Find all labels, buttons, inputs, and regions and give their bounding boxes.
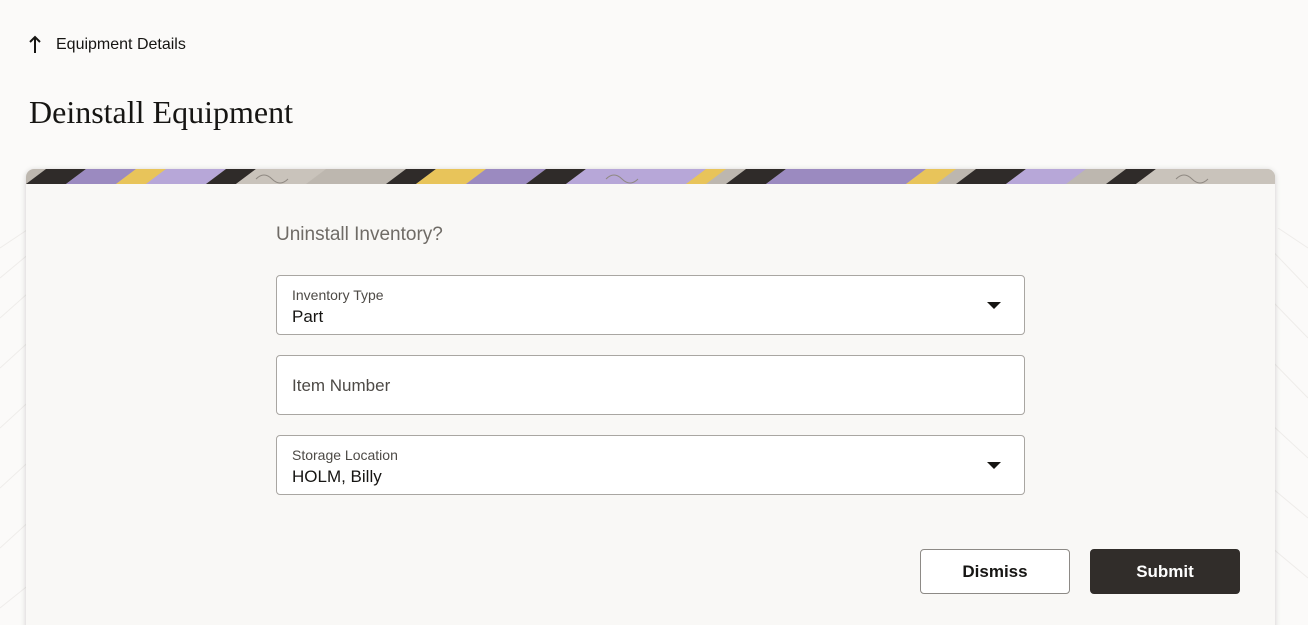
storage-location-select[interactable]: Storage Location HOLM, Billy — [276, 435, 1025, 495]
dismiss-button[interactable]: Dismiss — [920, 549, 1070, 594]
storage-location-label: Storage Location — [292, 447, 398, 463]
page-title: Deinstall Equipment — [29, 94, 293, 130]
item-number-input[interactable] — [292, 376, 992, 396]
storage-location-value: HOLM, Billy — [292, 467, 382, 486]
submit-button[interactable]: Submit — [1090, 549, 1240, 594]
caret-down-icon[interactable] — [987, 302, 1001, 309]
arrow-up-icon — [29, 35, 41, 53]
caret-down-icon[interactable] — [987, 462, 1001, 469]
item-number-field[interactable] — [276, 355, 1025, 415]
breadcrumb-label[interactable]: Equipment Details — [56, 36, 186, 54]
breadcrumb[interactable]: Equipment Details — [28, 35, 186, 55]
inventory-type-value: Part — [292, 307, 324, 326]
form-card: Uninstall Inventory? Inventory Type Part… — [26, 169, 1275, 625]
form-heading: Uninstall Inventory? — [276, 224, 443, 245]
inventory-type-select[interactable]: Inventory Type Part — [276, 275, 1025, 335]
page: Equipment Details Deinstall Equipment Un… — [0, 0, 1308, 625]
decorative-banner — [26, 169, 1275, 184]
inventory-type-label: Inventory Type — [292, 287, 384, 303]
uninstall-form: Uninstall Inventory? Inventory Type Part… — [276, 224, 1025, 515]
form-actions: Dismiss Submit — [920, 549, 1240, 594]
